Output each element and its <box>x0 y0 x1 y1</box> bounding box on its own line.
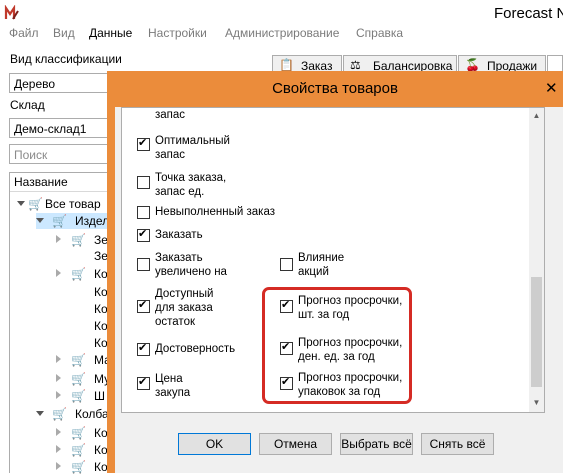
tree-header-label: Название <box>14 175 68 189</box>
app-title: Forecast N <box>494 5 563 22</box>
expand-icon[interactable] <box>56 374 61 382</box>
ok-button[interactable]: OK <box>178 433 251 455</box>
close-icon[interactable]: ✕ <box>545 79 558 97</box>
expand-icon[interactable] <box>17 201 25 206</box>
expand-icon[interactable] <box>56 462 61 470</box>
cart-icon: 🛒 <box>52 407 67 421</box>
option-order: Заказать <box>155 229 203 241</box>
menu-view[interactable]: Вид <box>53 26 75 40</box>
cart-icon: 🛒 <box>71 460 86 474</box>
highlight-frame <box>262 287 412 404</box>
select-all-button[interactable]: Выбрать всё <box>340 433 413 455</box>
expand-icon[interactable] <box>56 445 61 453</box>
option-reorder-point: Точка заказа, запас ед. <box>155 172 227 198</box>
cart-icon: 🛒 <box>71 353 86 367</box>
warehouse-select[interactable]: Демо-склад1 <box>9 118 119 138</box>
option-purchase-price: Цена закупа <box>155 373 191 399</box>
option-optimal-stock: Оптимальный запас <box>155 135 230 161</box>
balance-icon: ⚖ <box>350 58 361 72</box>
expand-icon[interactable] <box>56 391 61 399</box>
expand-icon[interactable] <box>56 355 61 363</box>
expand-icon[interactable] <box>36 218 44 223</box>
cart-icon: 🛒 <box>71 233 86 247</box>
cancel-button[interactable]: Отмена <box>259 433 332 455</box>
option-reliability: Достоверность <box>155 343 236 355</box>
warehouse-label: Склад <box>10 98 45 112</box>
checkbox-order-increased[interactable] <box>137 258 150 271</box>
cart-icon: 🛒 <box>71 267 86 281</box>
app-logo-icon <box>4 5 19 20</box>
cart-icon: 🛒 <box>71 372 86 386</box>
menu-help[interactable]: Справка <box>356 26 403 40</box>
menu-settings[interactable]: Настройки <box>148 26 207 40</box>
menu-file[interactable]: Файл <box>9 26 39 40</box>
cart-icon: 🛒 <box>52 214 67 228</box>
warehouse-value: Демо-склад1 <box>14 122 87 136</box>
classification-label: Вид классификации <box>10 52 122 66</box>
classification-value: Дерево <box>14 77 56 91</box>
menu-bar: Файл Вид Данные Настройки Администрирова… <box>0 26 563 44</box>
cart-icon: 🛒 <box>71 443 86 457</box>
option-backorder: Невыполненный заказ <box>155 206 275 218</box>
menu-data[interactable]: Данные <box>89 26 132 40</box>
option-reserve-label: запас <box>155 109 186 120</box>
menu-administration[interactable]: Администрирование <box>225 26 339 40</box>
sales-icon: 🍒 <box>465 58 480 72</box>
search-input[interactable]: Поиск <box>9 144 119 164</box>
tree-header[interactable]: Название <box>10 173 118 192</box>
checkbox-order[interactable] <box>137 227 150 242</box>
cart-icon: 🛒 <box>71 426 86 440</box>
scroll-down-icon[interactable]: ▼ <box>529 395 544 410</box>
scroll-up-icon[interactable]: ▲ <box>529 108 544 123</box>
cart-icon: 🛒 <box>71 389 86 403</box>
dialog-title: Свойства товаров <box>272 80 398 97</box>
search-placeholder: Поиск <box>14 148 48 162</box>
app-titlebar: Forecast N <box>0 0 563 26</box>
cart-icon: 🛒 <box>28 197 43 211</box>
option-order-increased: Заказать увеличено на <box>155 252 227 278</box>
scroll-thumb[interactable] <box>531 277 542 387</box>
expand-icon[interactable] <box>56 269 61 277</box>
expand-icon[interactable] <box>56 428 61 436</box>
expand-icon[interactable] <box>36 411 44 416</box>
clear-all-button[interactable]: Снять всё <box>421 433 494 455</box>
checkbox-promo-impact[interactable] <box>280 258 293 271</box>
classification-select[interactable]: Дерево <box>9 73 119 93</box>
option-promo-impact: Влияние акций <box>298 252 345 278</box>
expand-icon[interactable] <box>56 235 61 243</box>
checkbox-purchase-price[interactable] <box>137 375 150 390</box>
checkbox-optimal-stock[interactable] <box>137 136 150 151</box>
checkbox-backorder[interactable] <box>137 206 150 219</box>
checkbox-reliability[interactable] <box>137 341 150 356</box>
checkbox-reorder-point[interactable] <box>137 176 150 189</box>
option-available-stock: Доступный для заказа остаток <box>155 288 214 328</box>
checkbox-available-stock[interactable] <box>137 298 150 313</box>
order-icon: 📋 <box>279 58 294 72</box>
